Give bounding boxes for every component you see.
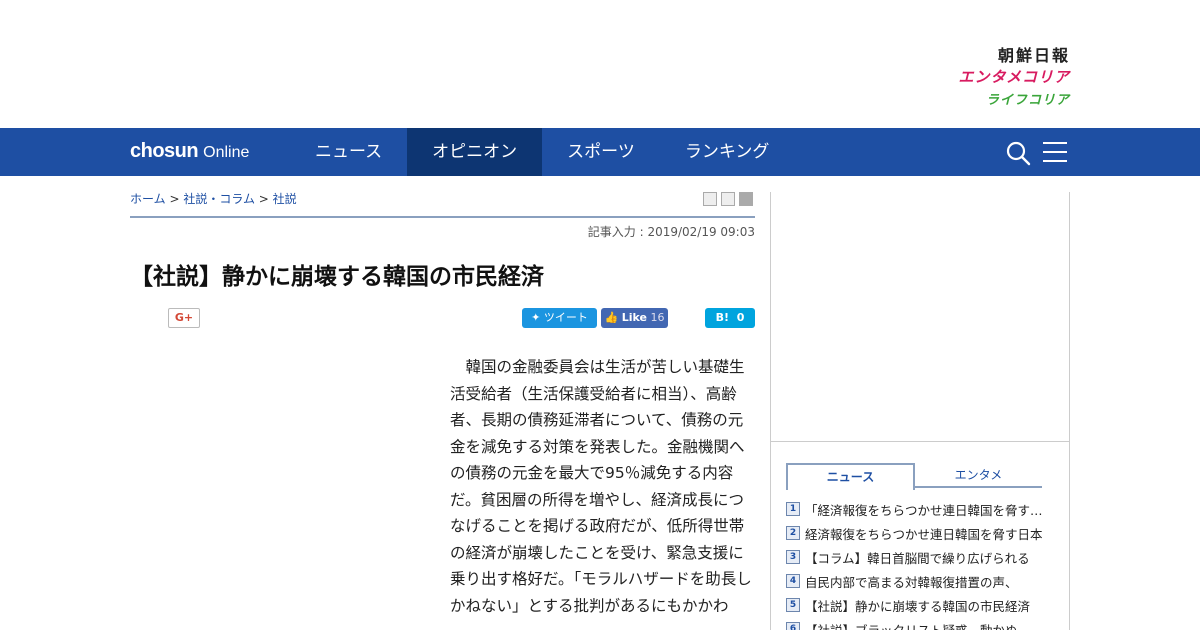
main-navbar: chosun Online ニュース オピニオン スポーツ ランキング — [0, 128, 1200, 176]
tweet-label: ツイート — [543, 311, 588, 324]
sidebar: ニュース エンタメ 1 「経済報復をちらつかせ連日韓国を脅す日本 2 経済報復を… — [770, 192, 1070, 630]
google-plus-button[interactable]: G+ — [168, 308, 200, 328]
rank-number: 6 — [786, 622, 800, 630]
article-date: 記事入力 : 2019/02/19 09:03 — [587, 225, 755, 239]
hatena-bookmark-button[interactable]: B! 0 — [705, 308, 755, 328]
nav-items: ニュース オピニオン スポーツ ランキング — [290, 128, 794, 176]
twitter-bird-icon: ✦ — [531, 311, 541, 324]
breadcrumb-separator: > — [254, 192, 273, 206]
header-logos: 朝鮮日報 エンタメコリア ライフコリア — [900, 42, 1070, 108]
tweet-button[interactable]: ✦ ツイート — [522, 308, 597, 328]
tab-entame[interactable]: エンタメ — [915, 463, 1042, 488]
life-korea-logo[interactable]: ライフコリア — [900, 89, 1070, 108]
list-item[interactable]: 3 【コラム】韓日首脳間で繰り広げられる — [786, 545, 1048, 569]
list-item[interactable]: 1 「経済報復をちらつかせ連日韓国を脅す日本 — [786, 497, 1048, 521]
hamburger-icon[interactable] — [1043, 141, 1067, 163]
back-icon[interactable] — [739, 192, 753, 206]
brand-light-text: Online — [203, 144, 250, 161]
rank-title[interactable]: 【社説】静かに崩壊する韓国の市民経済 — [805, 596, 1045, 615]
facebook-like-button[interactable]: 👍 Like 16 — [601, 308, 668, 328]
breadcrumb-section[interactable]: 社説・コラム — [183, 192, 255, 206]
nav-item-sports[interactable]: スポーツ — [542, 128, 660, 176]
rank-number: 5 — [786, 598, 800, 612]
chosun-online-logo[interactable]: chosun Online — [130, 140, 249, 164]
rank-title[interactable]: 【社説】ブラックリスト疑惑、動かぬ — [805, 620, 1045, 630]
nav-item-opinion[interactable]: オピニオン — [407, 128, 543, 176]
search-icon[interactable] — [1005, 140, 1031, 166]
rank-number: 4 — [786, 574, 800, 588]
like-label: Like — [621, 311, 647, 324]
breadcrumb: ホーム > 社説・コラム > 社説 — [130, 190, 297, 207]
ranking-tabs: ニュース エンタメ — [786, 463, 1042, 490]
print-icon[interactable] — [703, 192, 717, 206]
chosun-ilbo-logo[interactable]: 朝鮮日報 — [900, 42, 1070, 65]
nav-item-news[interactable]: ニュース — [290, 128, 407, 176]
rank-number: 2 — [786, 526, 800, 540]
article-headline: 【社説】静かに崩壊する韓国の市民経済 — [130, 264, 544, 290]
list-item[interactable]: 2 経済報復をちらつかせ連日韓国を脅す日本 — [786, 521, 1048, 545]
article-tools — [703, 192, 753, 206]
breadcrumb-divider — [130, 216, 755, 218]
entame-korea-logo[interactable]: エンタメコリア — [900, 66, 1070, 88]
hatena-count: 0 — [736, 311, 745, 324]
ranking-list: 1 「経済報復をちらつかせ連日韓国を脅す日本 2 経済報復をちらつかせ連日韓国を… — [786, 497, 1048, 630]
list-item[interactable]: 5 【社説】静かに崩壊する韓国の市民経済 — [786, 593, 1048, 617]
rank-number: 3 — [786, 550, 800, 564]
tab-news[interactable]: ニュース — [786, 463, 915, 490]
rank-title[interactable]: 自民内部で高まる対韓報復措置の声、 — [805, 572, 1045, 591]
like-count: 16 — [650, 311, 665, 324]
breadcrumb-sub[interactable]: 社説 — [273, 192, 297, 206]
nav-item-ranking[interactable]: ランキング — [660, 128, 795, 176]
rank-title[interactable]: 「経済報復をちらつかせ連日韓国を脅す日本 — [805, 500, 1045, 519]
breadcrumb-separator: > — [165, 192, 184, 206]
sidebar-ad — [771, 192, 1069, 442]
rank-title[interactable]: 経済報復をちらつかせ連日韓国を脅す日本 — [805, 524, 1045, 543]
brand-bold-text: chosun — [130, 140, 199, 162]
list-item[interactable]: 6 【社説】ブラックリスト疑惑、動かぬ — [786, 617, 1048, 630]
hatena-label: B! — [715, 311, 730, 324]
list-item[interactable]: 4 自民内部で高まる対韓報復措置の声、 — [786, 569, 1048, 593]
thumbs-up-icon: 👍 — [604, 311, 619, 324]
article-body: 韓国の金融委員会は生活が苦しい基礎生活受給者（生活保護受給者に相当）、高齢者、長… — [450, 358, 752, 615]
breadcrumb-home[interactable]: ホーム — [130, 192, 166, 206]
rank-title[interactable]: 【コラム】韓日首脳間で繰り広げられる — [805, 548, 1045, 567]
text-size-icon[interactable] — [721, 192, 735, 206]
rank-number: 1 — [786, 502, 800, 516]
